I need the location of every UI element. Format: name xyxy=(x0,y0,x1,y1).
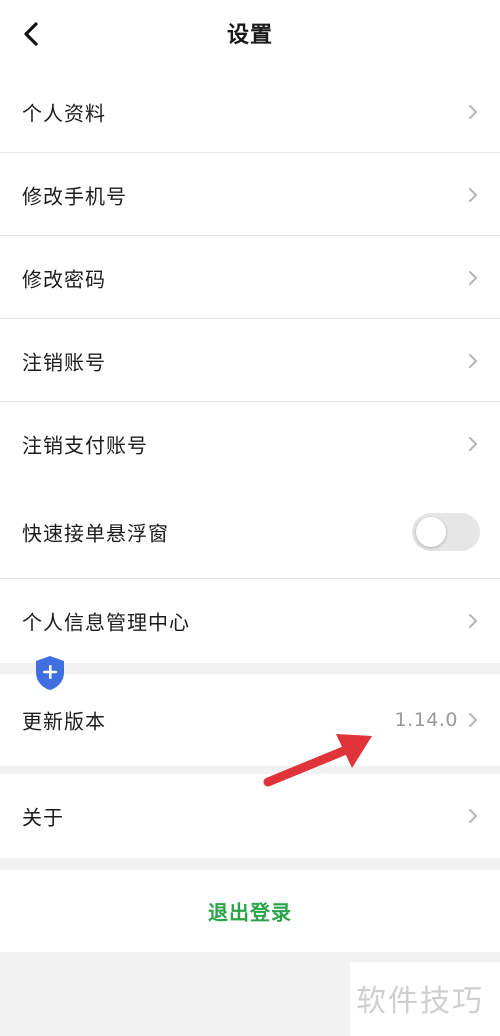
settings-item-label: 个人资料 xyxy=(22,101,106,125)
settings-item-floating-window: 快速接单悬浮窗 xyxy=(0,485,500,579)
settings-item-label: 更新版本 xyxy=(22,709,106,734)
page-title: 设置 xyxy=(226,23,273,48)
settings-list: 个人资料 修改手机号 修改密码 注销账号 注销支付账号 快速接单悬浮窗 个人信息… xyxy=(0,70,500,663)
chevron-right-icon xyxy=(469,353,477,368)
settings-item-cancel-account[interactable]: 注销账号 xyxy=(0,319,500,402)
settings-item-profile[interactable]: 个人资料 xyxy=(0,70,500,153)
chevron-right-icon xyxy=(469,436,477,451)
settings-item-label: 修改手机号 xyxy=(22,184,127,208)
settings-item-label: 注销支付账号 xyxy=(22,433,148,457)
chevron-right-icon xyxy=(469,809,477,823)
settings-item-change-phone[interactable]: 修改手机号 xyxy=(0,153,500,236)
annotation-arrow-icon xyxy=(263,734,372,787)
chevron-right-icon xyxy=(469,270,477,285)
version-number: 1.14.0 xyxy=(394,709,458,731)
top-bar: 设置 xyxy=(0,0,500,70)
settings-item-label: 关于 xyxy=(22,805,64,830)
settings-item-change-password[interactable]: 修改密码 xyxy=(0,236,500,319)
about-group: 关于 xyxy=(0,774,500,858)
logout-section: 退出登录 xyxy=(0,870,500,952)
floating-window-toggle[interactable] xyxy=(412,513,480,551)
watermark-text: 软件技巧 xyxy=(356,984,484,1019)
settings-item-update-version[interactable]: 更新版本 1.14.0 xyxy=(0,674,500,766)
version-group: 更新版本 1.14.0 xyxy=(0,674,500,766)
chevron-right-icon xyxy=(469,713,477,727)
logout-button[interactable]: 退出登录 xyxy=(0,897,500,926)
settings-item-about[interactable]: 关于 xyxy=(0,774,500,858)
settings-item-cancel-payment-account[interactable]: 注销支付账号 xyxy=(0,402,500,485)
settings-item-label: 注销账号 xyxy=(22,350,106,374)
settings-item-label: 修改密码 xyxy=(22,267,106,291)
chevron-right-icon xyxy=(469,614,477,628)
shield-plus-icon xyxy=(36,656,64,690)
settings-item-privacy-center[interactable]: 个人信息管理中心 xyxy=(0,579,500,663)
settings-item-label: 快速接单悬浮窗 xyxy=(22,521,169,546)
chevron-right-icon xyxy=(469,187,477,202)
settings-item-label: 个人信息管理中心 xyxy=(22,610,190,635)
chevron-right-icon xyxy=(469,104,477,119)
toggle-knob xyxy=(416,517,446,547)
